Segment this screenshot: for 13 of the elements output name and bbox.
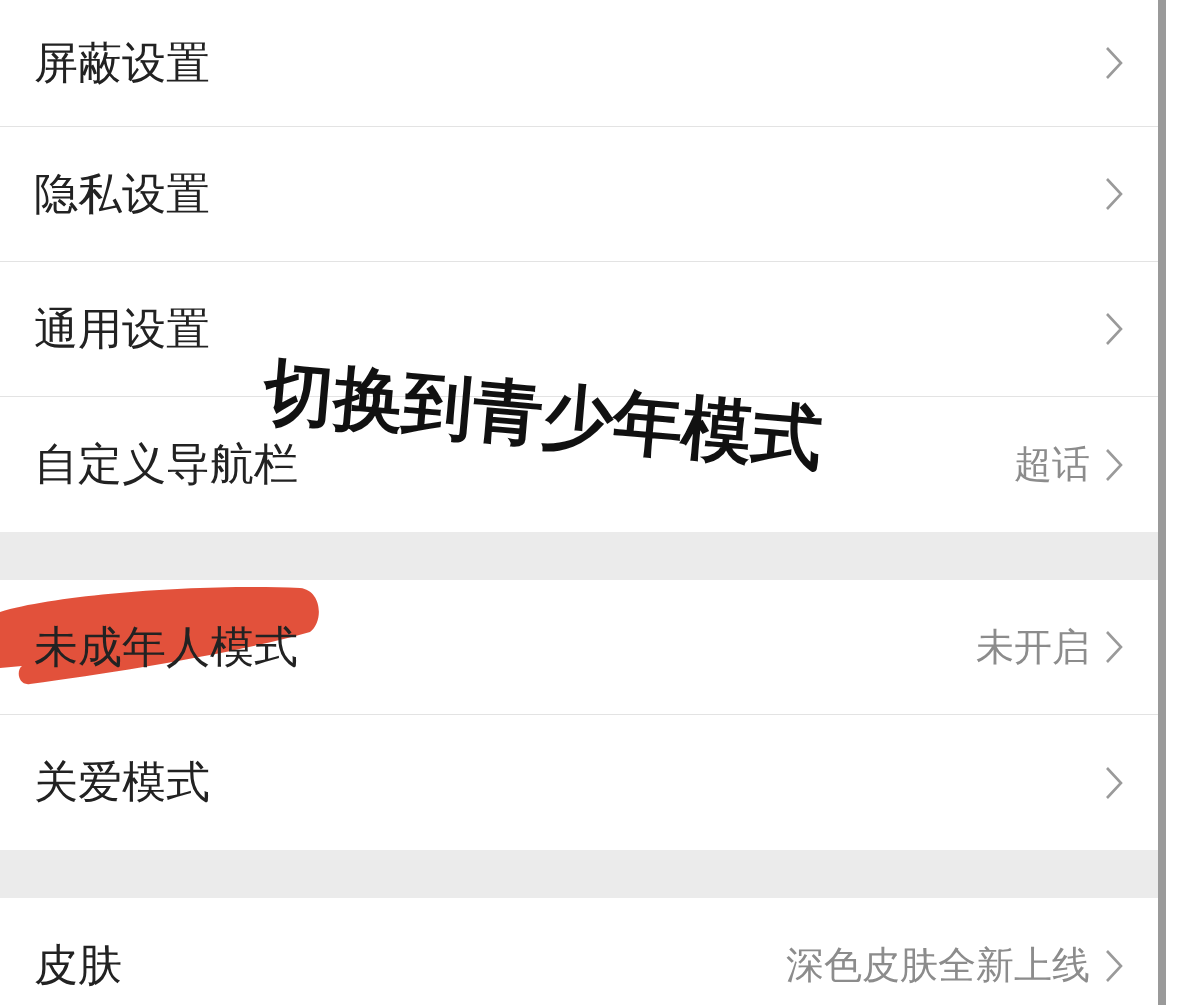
row-label: 隐私设置 [34, 166, 210, 221]
row-label: 皮肤 [34, 938, 122, 992]
row-value: 深色皮肤全新上线 [786, 942, 1090, 989]
row-value: 未开启 [976, 623, 1090, 671]
row-label: 自定义导航栏 [34, 437, 298, 491]
row-label: 通用设置 [34, 301, 210, 356]
row-label: 关爱模式 [34, 755, 210, 809]
chevron-right-icon [1104, 311, 1124, 347]
chevron-right-icon [1104, 629, 1124, 665]
chevron-right-icon [1104, 45, 1124, 81]
chevron-right-icon [1104, 176, 1124, 212]
row-label: 屏蔽设置 [34, 35, 210, 90]
row-value: 超话 [1014, 441, 1090, 488]
